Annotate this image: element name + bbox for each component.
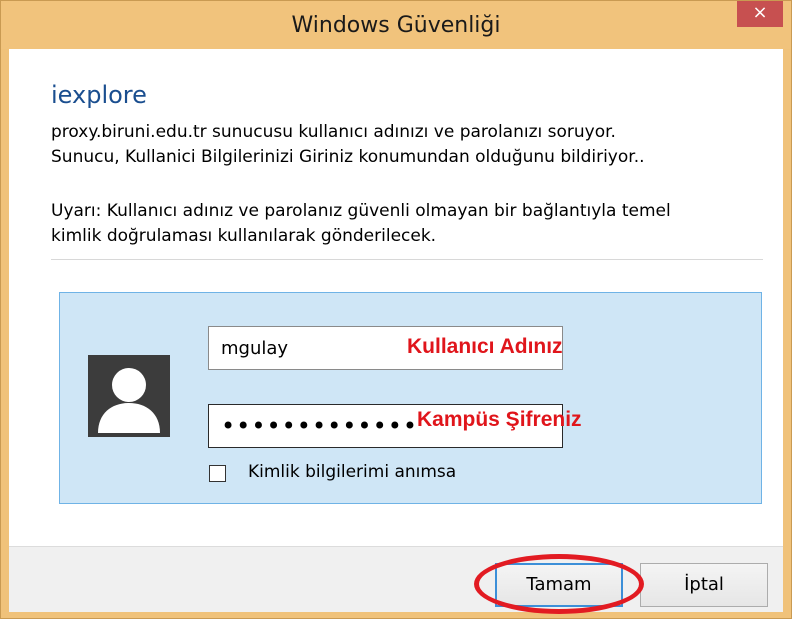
ok-button[interactable]: Tamam bbox=[495, 563, 623, 607]
security-dialog-window: Windows Güvenliği × iexplore proxy.birun… bbox=[0, 0, 792, 619]
close-icon: × bbox=[752, 2, 768, 23]
password-annotation: Kampüs Şifreniz bbox=[417, 408, 582, 431]
remember-checkbox[interactable] bbox=[209, 465, 226, 482]
divider bbox=[51, 259, 763, 260]
username-value: mgulay bbox=[221, 338, 289, 359]
button-bar: Tamam İptal bbox=[9, 546, 783, 614]
message-line-1: proxy.biruni.edu.tr sunucusu kullanıcı a… bbox=[51, 122, 616, 142]
username-annotation: Kullanıcı Adınız bbox=[407, 335, 563, 358]
cancel-button[interactable]: İptal bbox=[640, 563, 768, 607]
window-title: Windows Güvenliği bbox=[291, 13, 501, 38]
credential-tile[interactable]: mgulay Kullanıcı Adınız ••••••••••••• Ka… bbox=[59, 292, 762, 504]
password-mask: ••••••••••••• bbox=[221, 412, 419, 440]
close-button[interactable]: × bbox=[737, 1, 783, 27]
title-bar[interactable]: Windows Güvenliği × bbox=[1, 1, 791, 49]
app-name: iexplore bbox=[51, 81, 147, 109]
user-avatar-icon bbox=[88, 355, 170, 437]
remember-label[interactable]: Kimlik bilgilerimi anımsa bbox=[248, 462, 456, 482]
dialog-body: iexplore proxy.biruni.edu.tr sunucusu ku… bbox=[9, 49, 783, 614]
warning-line-2: kimlik doğrulaması kullanılarak gönderil… bbox=[51, 226, 437, 246]
message-line-2: Sunucu, Kullanici Bilgilerinizi Giriniz … bbox=[51, 147, 645, 167]
warning-line-1: Uyarı: Kullanıcı adınız ve parolanız güv… bbox=[51, 201, 671, 221]
